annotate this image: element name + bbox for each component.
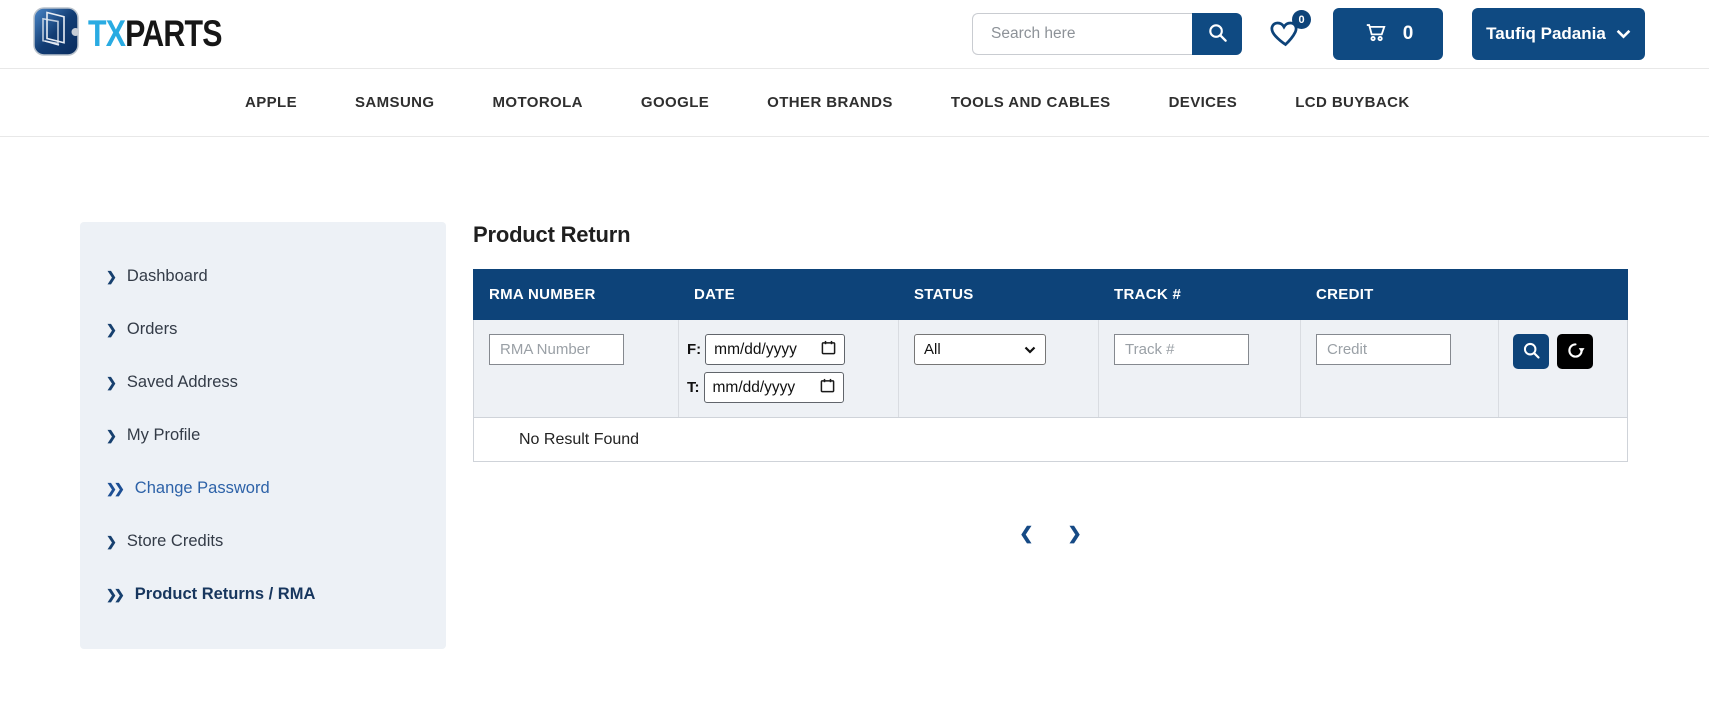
apply-filter-button[interactable] <box>1513 334 1549 369</box>
search-button[interactable] <box>1192 13 1242 55</box>
main-nav: APPLE SAMSUNG MOTOROLA GOOGLE OTHER BRAN… <box>0 68 1709 137</box>
sidebar-item-my-profile[interactable]: ❯ My Profile <box>80 409 446 462</box>
wishlist-count-badge: 0 <box>1292 10 1311 29</box>
date-to-value: mm/dd/yyyy <box>713 379 796 397</box>
chevron-right-icon: ❯ <box>106 322 117 338</box>
brand-logo-text: TXPARTS <box>88 13 222 55</box>
status-select-value: All <box>924 341 941 358</box>
sidebar-item-label: My Profile <box>127 426 200 445</box>
double-chevron-right-icon: ❯❯ <box>106 587 125 603</box>
sidebar-item-product-returns-rma[interactable]: ❯❯ Product Returns / RMA <box>80 568 446 621</box>
column-header-credit: CREDIT <box>1300 286 1498 303</box>
rma-number-input[interactable] <box>489 334 624 365</box>
filter-cell-actions <box>1499 320 1629 417</box>
filter-cell-track <box>1099 320 1301 417</box>
filter-cell-rma <box>474 320 679 417</box>
date-to-label: T: <box>687 379 700 396</box>
chevron-right-icon: ❯ <box>106 269 117 285</box>
date-to-input[interactable]: mm/dd/yyyy <box>704 372 844 403</box>
sidebar-item-label: Orders <box>127 320 177 339</box>
account-page: ❯ Dashboard ❯ Orders ❯ Saved Address ❯ M… <box>0 137 1709 649</box>
heart-icon <box>1269 37 1302 54</box>
brand-logo-icon <box>33 7 79 62</box>
sidebar-item-label: Dashboard <box>127 267 208 286</box>
nav-item-lcd-buyback[interactable]: LCD BUYBACK <box>1295 94 1409 111</box>
search-icon <box>1521 340 1542 364</box>
calendar-icon[interactable] <box>820 378 835 398</box>
credit-input[interactable] <box>1316 334 1451 365</box>
brand-logo[interactable]: TXPARTS <box>33 7 251 62</box>
column-header-rma-number: RMA NUMBER <box>473 286 678 303</box>
account-sidebar: ❯ Dashboard ❯ Orders ❯ Saved Address ❯ M… <box>80 222 446 649</box>
date-from-input[interactable]: mm/dd/yyyy <box>705 334 845 365</box>
sidebar-item-label: Saved Address <box>127 373 238 392</box>
nav-item-google[interactable]: GOOGLE <box>641 94 709 111</box>
empty-result-text: No Result Found <box>519 431 639 449</box>
product-return-table: RMA NUMBER DATE STATUS TRACK # CREDIT F:… <box>473 269 1628 462</box>
date-from-value: mm/dd/yyyy <box>714 341 797 359</box>
select-chevron-down-icon <box>1024 341 1036 358</box>
wishlist-button[interactable]: 0 <box>1269 17 1303 51</box>
column-header-date: DATE <box>678 286 898 303</box>
filter-cell-status: All <box>899 320 1099 417</box>
double-chevron-right-icon: ❯❯ <box>106 481 125 497</box>
date-from-label: F: <box>687 341 701 358</box>
nav-item-samsung[interactable]: SAMSUNG <box>355 94 434 111</box>
sidebar-item-store-credits[interactable]: ❯ Store Credits <box>80 515 446 568</box>
table-filter-row: F: mm/dd/yyyy <box>473 320 1628 417</box>
next-page-button[interactable]: ❯ <box>1068 524 1082 544</box>
user-name: Taufiq Padania <box>1486 24 1606 44</box>
sidebar-item-label: Product Returns / RMA <box>135 585 316 604</box>
cart-icon <box>1363 18 1389 50</box>
table-header-row: RMA NUMBER DATE STATUS TRACK # CREDIT <box>473 269 1628 320</box>
chevron-right-icon: ❯ <box>106 534 117 550</box>
cart-count: 0 <box>1403 23 1414 45</box>
page-title: Product Return <box>473 222 1628 248</box>
reset-refresh-icon <box>1565 340 1586 364</box>
sidebar-item-orders[interactable]: ❯ Orders <box>80 303 446 356</box>
track-number-input[interactable] <box>1114 334 1249 365</box>
sidebar-item-label: Change Password <box>135 479 270 498</box>
reset-filter-button[interactable] <box>1557 334 1593 369</box>
sidebar-item-change-password[interactable]: ❯❯ Change Password <box>80 462 446 515</box>
empty-result-row: No Result Found <box>473 417 1628 462</box>
search-icon <box>1206 21 1229 47</box>
nav-item-apple[interactable]: APPLE <box>245 94 297 111</box>
cart-button[interactable]: 0 <box>1333 8 1443 60</box>
sidebar-item-saved-address[interactable]: ❯ Saved Address <box>80 356 446 409</box>
filter-cell-credit <box>1301 320 1499 417</box>
chevron-right-icon: ❯ <box>106 375 117 391</box>
user-menu-button[interactable]: Taufiq Padania <box>1472 8 1645 60</box>
nav-item-other-brands[interactable]: OTHER BRANDS <box>767 94 893 111</box>
calendar-icon[interactable] <box>821 340 836 360</box>
chevron-right-icon: ❯ <box>106 428 117 444</box>
top-header: TXPARTS 0 0 <box>0 0 1709 68</box>
previous-page-button[interactable]: ❮ <box>1019 524 1033 544</box>
column-header-status: STATUS <box>898 286 1098 303</box>
pagination: ❮ ❯ <box>473 524 1628 544</box>
chevron-down-icon <box>1616 24 1631 44</box>
sidebar-item-label: Store Credits <box>127 532 223 551</box>
main-content: Product Return RMA NUMBER DATE STATUS TR… <box>473 222 1628 649</box>
sidebar-item-dashboard[interactable]: ❯ Dashboard <box>80 250 446 303</box>
search-input[interactable] <box>972 13 1192 55</box>
column-header-track: TRACK # <box>1098 286 1300 303</box>
status-select[interactable]: All <box>914 334 1046 365</box>
search-bar <box>972 13 1242 55</box>
nav-item-motorola[interactable]: MOTOROLA <box>493 94 583 111</box>
filter-cell-date: F: mm/dd/yyyy <box>679 320 899 417</box>
nav-item-devices[interactable]: DEVICES <box>1169 94 1238 111</box>
nav-item-tools-and-cables[interactable]: TOOLS AND CABLES <box>951 94 1111 111</box>
